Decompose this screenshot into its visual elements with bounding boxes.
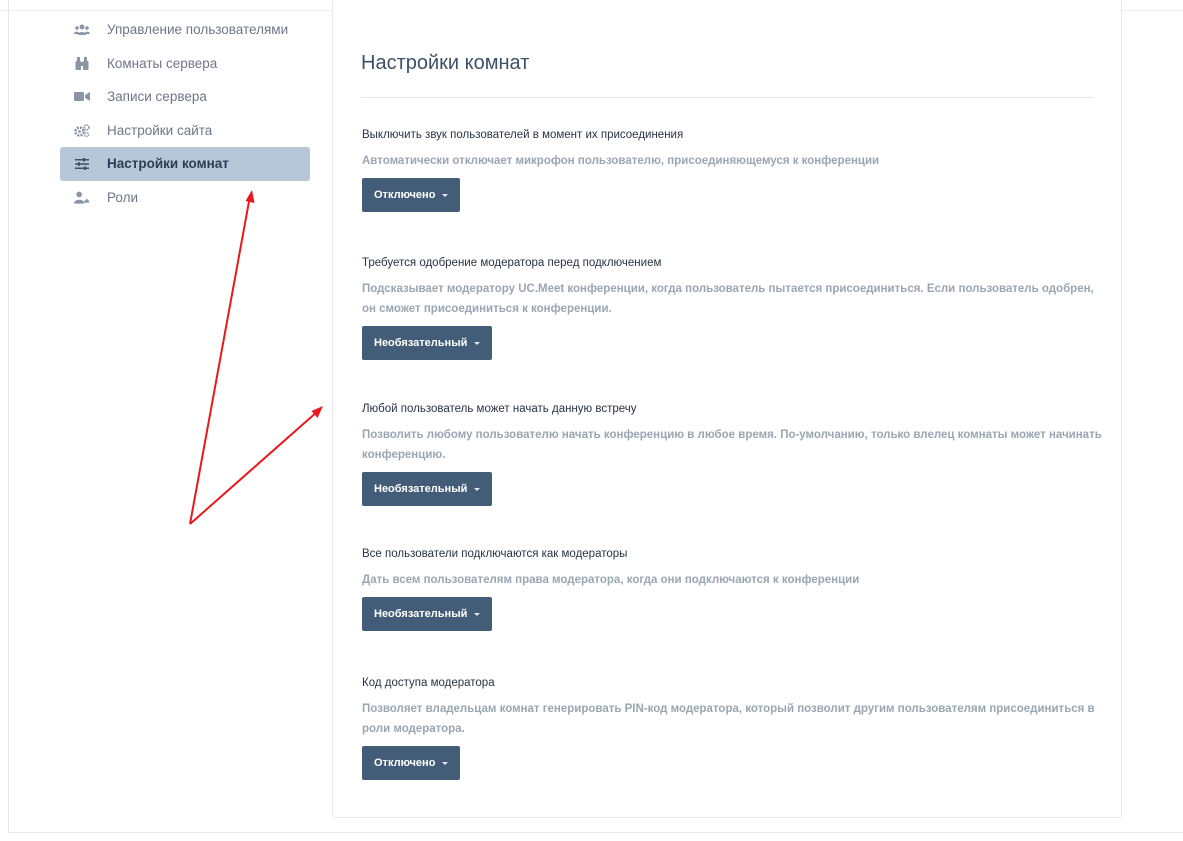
setting-dropdown-button[interactable]: Отключено [362, 178, 461, 212]
setting-description: Автоматически отключает микрофон пользов… [362, 155, 880, 167]
sidebar-item-label: Настройки комнат [107, 156, 229, 172]
arrowhead-icon [311, 406, 323, 418]
caret-down-icon [442, 761, 449, 765]
sidebar-item-server-rooms[interactable]: Комнаты сервера [60, 47, 310, 81]
caret-down-icon [474, 487, 481, 491]
sidebar-item-roles[interactable]: Роли [60, 181, 310, 215]
caret-down-icon [474, 612, 481, 616]
users-icon [74, 23, 90, 37]
setting-dropdown-button[interactable]: Необязательный [362, 326, 493, 360]
setting-description: Подсказывает модератору UC.Meet конферен… [362, 283, 1094, 315]
setting-dropdown-button[interactable]: Необязательный [362, 472, 493, 506]
setting-anyone-can-start: Любой пользователь может начать данную в… [362, 401, 1102, 506]
sidebar-item-room-settings[interactable]: Настройки комнат [60, 147, 310, 181]
annotation-arrow-to-sidebar [189, 195, 251, 525]
user-role-icon [74, 190, 90, 204]
page-title: Настройки комнат [361, 52, 530, 74]
page: Управление пользователями Комнаты сервер… [0, 0, 1183, 841]
setting-title: Все пользователи подключаются как модера… [362, 548, 628, 560]
dropdown-value: Необязательный [374, 337, 468, 349]
setting-require-moderator-approval: Требуется одобрение модератора перед под… [362, 255, 1102, 360]
dropdown-value: Отключено [374, 189, 436, 201]
setting-title: Выключить звук пользователей в момент их… [362, 129, 684, 141]
left-border [8, 0, 9, 832]
dropdown-value: Необязательный [374, 483, 468, 495]
setting-description: Дать всем пользователям права модератора… [362, 574, 860, 586]
sidebar-item-site-settings[interactable]: Настройки сайта [60, 114, 310, 148]
bottom-border [8, 832, 1183, 833]
setting-dropdown-button[interactable]: Необязательный [362, 597, 493, 631]
setting-description: Позволяет владельцам комнат генерировать… [362, 703, 1095, 735]
caret-down-icon [474, 341, 481, 345]
room-settings-panel: Настройки комнат Выключить звук пользова… [332, 0, 1122, 818]
setting-moderator-access-code: Код доступа модератора Позволяет владель… [362, 675, 1102, 780]
sidebar-item-user-management[interactable]: Управление пользователями [60, 13, 310, 47]
caret-down-icon [442, 193, 449, 197]
setting-description: Позволить любому пользователю начать кон… [362, 429, 1102, 461]
sidebar-item-label: Комнаты сервера [107, 55, 218, 71]
sidebar-item-label: Управление пользователями [107, 22, 289, 38]
sliders-icon [74, 157, 90, 171]
video-camera-icon [74, 90, 90, 104]
sidebar-item-label: Записи сервера [107, 89, 207, 105]
sidebar-item-label: Настройки сайта [107, 122, 213, 138]
dropdown-value: Необязательный [374, 608, 468, 620]
binoculars-icon [74, 56, 90, 70]
setting-title: Код доступа модератора [362, 677, 495, 689]
title-divider [361, 97, 1094, 98]
annotation-arrow-to-panel [189, 410, 319, 525]
setting-all-join-as-moderators: Все пользователи подключаются как модера… [362, 546, 1102, 631]
dropdown-value: Отключено [374, 757, 436, 769]
setting-mute-on-join: Выключить звук пользователей в момент их… [362, 127, 1102, 212]
admin-sidebar: Управление пользователями Комнаты сервер… [60, 13, 310, 214]
cogs-icon [74, 123, 90, 137]
setting-title: Любой пользователь может начать данную в… [362, 403, 637, 415]
sidebar-item-server-recordings[interactable]: Записи сервера [60, 80, 310, 114]
sidebar-item-label: Роли [107, 189, 139, 205]
setting-dropdown-button[interactable]: Отключено [362, 746, 461, 780]
setting-title: Требуется одобрение модератора перед под… [362, 257, 662, 269]
